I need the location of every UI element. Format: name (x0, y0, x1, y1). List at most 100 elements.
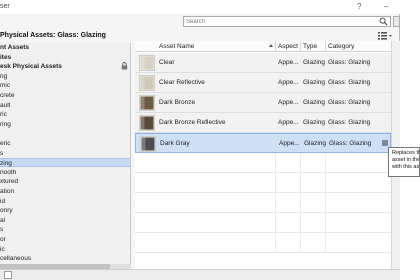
aspect-cell: Appe... (279, 140, 300, 147)
grid-line (300, 153, 301, 173)
tree-item[interactable]: ng (0, 72, 130, 81)
tree-item-label: ites (0, 53, 12, 61)
table-row[interactable]: Dark Bronze Appe... Glazing Glass: Glazing (135, 93, 391, 113)
grid-line (325, 233, 326, 253)
empty-row (135, 233, 391, 253)
asset-name-cell: Clear (159, 59, 175, 66)
empty-row (135, 173, 391, 193)
grid-line (275, 233, 276, 253)
tree-item[interactable]: nt Assets (0, 43, 130, 52)
search-icon[interactable] (379, 17, 388, 26)
type-cell: Glazing (303, 119, 326, 126)
tree-item[interactable]: mic (0, 81, 130, 90)
tooltip-line: Replaces th (392, 150, 420, 156)
tree-item[interactable]: onry (0, 206, 130, 215)
table-row[interactable]: Dark Gray Appe... Glazing Glass: Glazing (135, 133, 391, 153)
tree-item[interactable]: id (0, 197, 130, 206)
tree-item-label: cellaneous (0, 255, 32, 263)
material-swatch-icon (139, 55, 155, 71)
grid-line (325, 173, 326, 193)
asset-table: Asset Name Aspect Type Category Clear App… (135, 41, 391, 269)
column-header-aspect[interactable]: Aspect (278, 43, 298, 50)
tree-item[interactable]: s (0, 149, 130, 158)
tree-item-label: ic (0, 245, 5, 253)
empty-row (135, 193, 391, 213)
tree-item-label: crete (0, 92, 15, 99)
tree-item-label: ring (0, 120, 11, 128)
grid-line (325, 153, 326, 173)
tree-item[interactable]: cellaneous (0, 254, 130, 263)
minimize-button[interactable]: – (384, 2, 388, 11)
tree-item[interactable]: xtured (0, 177, 130, 186)
grid-line (300, 173, 301, 193)
title-bar: ser ? – (0, 0, 400, 14)
asset-name-cell: Dark Bronze Reflective (159, 119, 226, 126)
grid-line (300, 193, 301, 213)
asset-browser-window: ser ? – Physical Assets: Glass: Glazing … (0, 0, 400, 280)
table-header: Asset Name Aspect Type Category (135, 41, 391, 52)
column-header-category[interactable]: Category (328, 43, 354, 50)
tree-item[interactable]: zing (0, 158, 130, 168)
table-row[interactable]: Clear Reflective Appe... Glazing Glass: Gla… (135, 73, 391, 93)
aspect-cell: Appe... (278, 59, 299, 66)
type-cell: Glazing (303, 99, 326, 106)
tree-item[interactable]: or (0, 235, 130, 244)
window-title: ser (0, 3, 10, 10)
column-header-type[interactable]: Type (303, 43, 317, 50)
tree-item[interactable]: ring (0, 120, 130, 129)
tree-item-label: ault (0, 101, 11, 109)
tooltip-line: with this as (392, 164, 420, 170)
breadcrumb: Physical Assets: Glass: Glazing (0, 32, 106, 39)
tree-item[interactable]: crete (0, 91, 130, 100)
grid-line (325, 213, 326, 233)
tree-item[interactable]: al (0, 216, 130, 225)
help-button[interactable]: ? (357, 2, 361, 11)
tree-item[interactable]: ic (0, 245, 130, 254)
empty-row (135, 153, 391, 173)
table-row[interactable]: Dark Bronze Reflective Appe... Glazing Glas… (135, 113, 391, 133)
tree-item-label: esk Physical Assets (0, 63, 62, 71)
category-cell: Glass: Glazing (329, 140, 372, 147)
aspect-cell: Appe... (278, 79, 299, 86)
view-options-icon[interactable] (377, 31, 393, 41)
tree-item[interactable]: nooth (0, 168, 130, 177)
grid-line (300, 213, 301, 233)
table-row[interactable]: Clear Appe... Glazing Glass: Glazing (135, 53, 391, 73)
tree-item-label: or (0, 236, 6, 243)
tree-item-label: ation (0, 188, 15, 195)
library-panel-toggle[interactable] (393, 16, 400, 27)
grid-line (275, 213, 276, 233)
replace-asset-icon[interactable] (382, 140, 388, 146)
grid-line (275, 153, 276, 173)
empty-row (135, 213, 391, 233)
column-header-asset-name[interactable]: Asset Name (159, 43, 194, 50)
tree-item-label: xtured (0, 178, 19, 186)
tree-item-label: al (0, 216, 6, 224)
aspect-cell: Appe... (278, 99, 299, 106)
category-cell: Glass: Glazing (328, 99, 371, 106)
tree-item-label: onry (0, 207, 13, 215)
material-swatch-icon (140, 136, 156, 152)
tree-item-label: nt Assets (0, 44, 30, 51)
library-tab-icon[interactable] (4, 271, 12, 279)
tree-item[interactable] (0, 129, 130, 138)
search-input[interactable] (186, 17, 371, 26)
tree-item[interactable]: ric (0, 110, 130, 119)
tree-item[interactable]: s (0, 225, 130, 234)
grid-line (325, 193, 326, 213)
search-box[interactable] (183, 16, 391, 27)
tree-item-label: nooth (0, 168, 17, 176)
tree-item[interactable]: ites (0, 53, 130, 62)
tree-item[interactable]: ation (0, 187, 130, 196)
tree-item-label: ng (0, 72, 8, 80)
type-cell: Glazing (304, 140, 327, 147)
tree-item-label: s (0, 149, 4, 157)
grid-line (275, 193, 276, 213)
tree-item[interactable]: esk Physical Assets (0, 62, 130, 71)
sort-ascending-icon (269, 44, 273, 47)
category-cell: Glass: Glazing (328, 59, 371, 66)
tree-item[interactable]: eric (0, 139, 130, 148)
tree-item[interactable]: ault (0, 101, 130, 110)
material-swatch-icon (139, 115, 155, 131)
asset-name-cell: Clear Reflective (159, 79, 205, 86)
